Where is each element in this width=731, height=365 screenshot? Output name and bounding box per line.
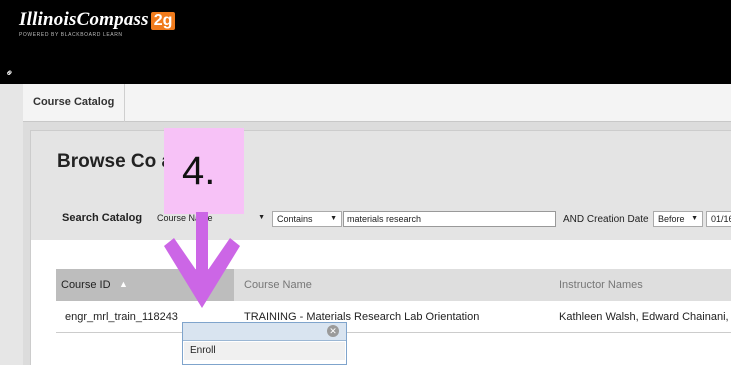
date-input[interactable]: 01/16 [706,211,731,227]
brand-name: IllinoisCompass [19,9,149,30]
context-menu: ✕ Enroll [182,322,347,365]
operator-value: Contains [277,214,313,224]
column-header-instructors[interactable]: Instructor Names [559,279,643,291]
operator-select[interactable]: Contains ▼ [272,211,342,227]
left-margin [0,84,23,365]
course-id-cell[interactable]: engr_mrl_train_118243 [65,311,178,323]
brand-suffix: 2g [150,12,176,30]
tab-bar: Course Catalog [23,84,731,122]
enroll-menu-item[interactable]: Enroll [184,342,345,360]
close-icon[interactable]: ✕ [327,325,339,337]
link-icon[interactable]: ⚭ [3,67,17,81]
table-header: Course ID ▲ Course Name Instructor Names [56,269,731,301]
column-header-course-name[interactable]: Course Name [244,279,312,291]
instructors-cell: Kathleen Walsh, Edward Chainani, [559,311,729,323]
step-number-label: 4. [182,149,216,193]
chevron-down-icon: ▼ [258,214,265,221]
top-banner: IllinoisCompass 2g POWERED BY BLACKBOARD … [0,0,731,84]
column-header-course-id[interactable]: Course ID ▲ [56,269,234,301]
search-input[interactable]: materials research [343,211,556,227]
chevron-down-icon: ▼ [330,215,337,222]
table-row: engr_mrl_train_118243 TRAINING - Materia… [56,301,731,333]
column-label: Course ID [61,279,111,291]
search-catalog-label: Search Catalog [62,212,143,224]
chevron-down-icon: ▼ [691,215,698,222]
browse-panel: Browse Co alog Course ID ▲ Course Name I… [30,130,731,365]
date-operator-value: Before [658,214,685,224]
sort-ascending-icon[interactable]: ▲ [119,279,128,289]
date-operator-select[interactable]: Before ▼ [653,211,703,227]
brand-tagline: POWERED BY BLACKBOARD LEARN [19,32,123,38]
context-menu-header: ✕ [183,323,346,341]
brand-logo[interactable]: IllinoisCompass 2g POWERED BY BLACKBOARD … [19,9,176,38]
creation-date-label: AND Creation Date [563,214,649,225]
search-field-value: Course Name [157,213,213,223]
tab-course-catalog[interactable]: Course Catalog [23,84,126,122]
